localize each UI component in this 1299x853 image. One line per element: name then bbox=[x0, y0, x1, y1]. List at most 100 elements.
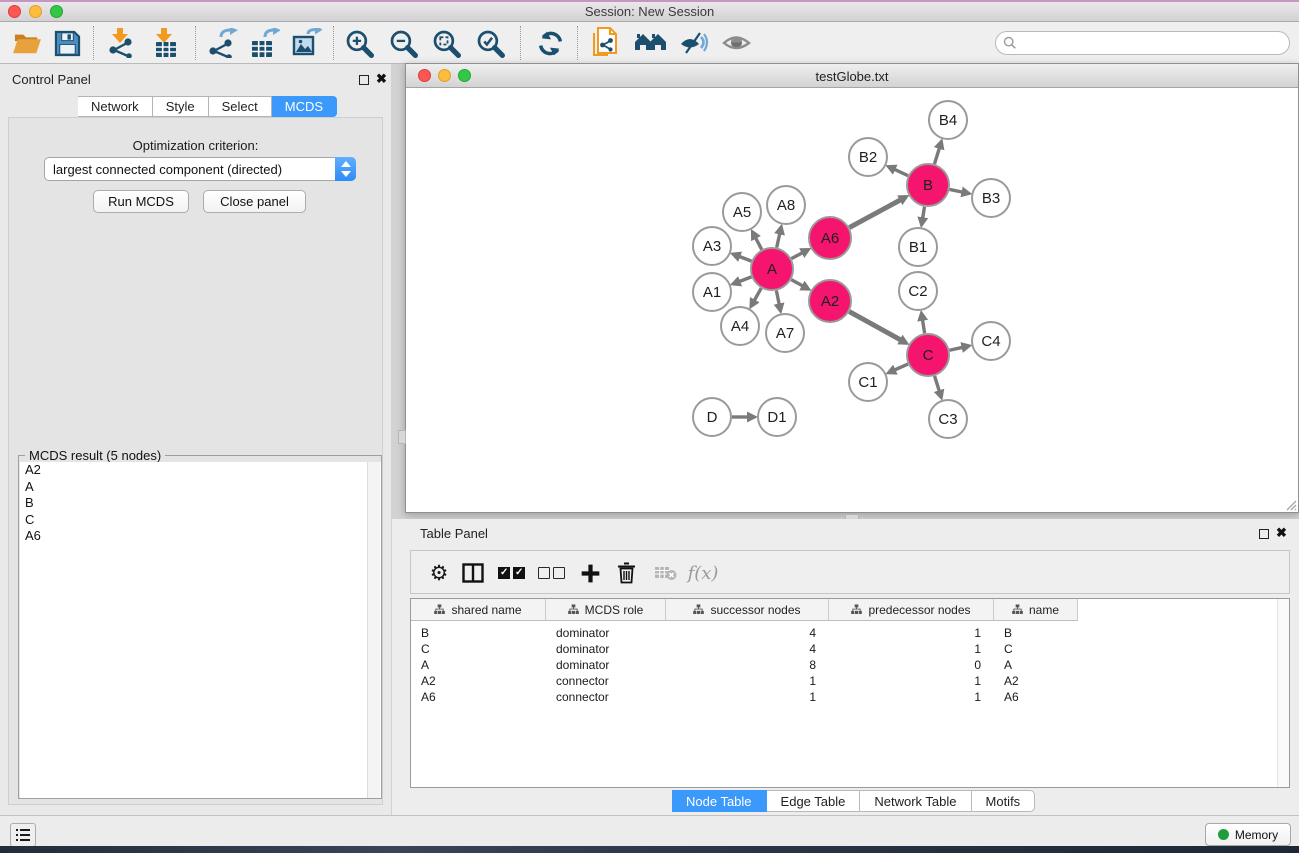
zoom-fit-button[interactable] bbox=[429, 27, 463, 59]
graph-edge[interactable] bbox=[950, 189, 963, 192]
table-cell[interactable]: 1 bbox=[666, 689, 829, 705]
table-cell[interactable]: A6 bbox=[411, 689, 546, 705]
deselect-all-button[interactable] bbox=[535, 557, 567, 589]
graph-edge[interactable] bbox=[739, 256, 751, 261]
table-cell[interactable]: 1 bbox=[666, 673, 829, 689]
table-tab[interactable]: Network Table bbox=[860, 790, 971, 812]
mcds-result-list[interactable]: A2 A B C A6 bbox=[20, 462, 381, 798]
import-table-button[interactable] bbox=[148, 27, 182, 59]
export-table-button[interactable] bbox=[247, 27, 281, 59]
list-scrollbar[interactable] bbox=[367, 462, 380, 798]
table-row[interactable]: Bdominator41B bbox=[411, 625, 1289, 641]
table-row[interactable]: A6connector11A6 bbox=[411, 689, 1289, 705]
table-tab[interactable]: Edge Table bbox=[767, 790, 861, 812]
graph-edge[interactable] bbox=[849, 312, 901, 340]
network-graph[interactable]: B4B2BB3A8A5A6A3B1AA1C2A2A4A7C4CC1C3DD1 bbox=[406, 88, 1298, 512]
table-tab[interactable]: Motifs bbox=[972, 790, 1036, 812]
table-cell[interactable]: dominator bbox=[546, 657, 666, 673]
save-session-button[interactable] bbox=[50, 27, 84, 59]
zoom-selected-button[interactable] bbox=[473, 27, 507, 59]
zoom-in-button[interactable] bbox=[342, 27, 376, 59]
graph-edge[interactable] bbox=[791, 280, 803, 286]
table-cell[interactable]: 1 bbox=[829, 673, 994, 689]
float-table-panel-icon[interactable] bbox=[1259, 529, 1269, 539]
apply-layout-button[interactable] bbox=[533, 27, 567, 59]
graph-edge[interactable] bbox=[923, 207, 925, 219]
table-options-button[interactable]: ⚙ bbox=[423, 557, 455, 589]
table-cell[interactable]: C bbox=[411, 641, 546, 657]
table-tab[interactable]: Node Table bbox=[672, 790, 767, 812]
ndex-import-button[interactable] bbox=[588, 27, 622, 59]
table-cell[interactable]: A bbox=[411, 657, 546, 673]
criterion-dropdown[interactable]: largest connected component (directed) bbox=[44, 157, 356, 181]
close-table-panel-icon[interactable]: ✖ bbox=[1276, 525, 1287, 541]
table-cell[interactable]: connector bbox=[546, 689, 666, 705]
graph-edge[interactable] bbox=[894, 364, 907, 370]
table-cell[interactable]: 0 bbox=[829, 657, 994, 673]
table-cell[interactable]: dominator bbox=[546, 641, 666, 657]
table-cell[interactable]: dominator bbox=[546, 625, 666, 641]
table-cell[interactable]: C bbox=[994, 641, 1078, 657]
control-panel-tab[interactable]: Network bbox=[78, 96, 153, 117]
table-cell[interactable]: 4 bbox=[666, 625, 829, 641]
cybrowser-button[interactable] bbox=[634, 27, 668, 59]
zoom-out-button[interactable] bbox=[386, 27, 420, 59]
table-cell[interactable]: B bbox=[411, 625, 546, 641]
memory-button[interactable]: Memory bbox=[1205, 823, 1291, 846]
graph-edge[interactable] bbox=[756, 238, 762, 250]
control-panel-tab[interactable]: Style bbox=[153, 96, 209, 117]
table-cell[interactable]: B bbox=[994, 625, 1078, 641]
table-row[interactable]: Cdominator41C bbox=[411, 641, 1289, 657]
table-cell[interactable]: 1 bbox=[829, 641, 994, 657]
table-cell[interactable]: A bbox=[994, 657, 1078, 673]
table-cell[interactable]: connector bbox=[546, 673, 666, 689]
function-builder-button[interactable]: f(x) bbox=[683, 557, 723, 589]
delete-table-button[interactable] bbox=[650, 557, 682, 589]
table-cell[interactable]: A2 bbox=[994, 673, 1078, 689]
graph-edge[interactable] bbox=[934, 148, 939, 164]
run-mcds-button[interactable]: Run MCDS bbox=[93, 190, 189, 213]
graph-edge[interactable] bbox=[849, 200, 900, 228]
table-cell[interactable]: 8 bbox=[666, 657, 829, 673]
graph-edge[interactable] bbox=[777, 233, 780, 247]
column-header[interactable]: name bbox=[994, 599, 1078, 621]
table-row[interactable]: Adominator80A bbox=[411, 657, 1289, 673]
column-header[interactable]: shared name bbox=[411, 599, 546, 621]
mcds-result-item[interactable]: C bbox=[20, 512, 381, 529]
table-cell[interactable]: A2 bbox=[411, 673, 546, 689]
network-titlebar[interactable]: testGlobe.txt bbox=[406, 64, 1298, 88]
graph-edge[interactable] bbox=[949, 347, 962, 350]
table-cell[interactable]: A6 bbox=[994, 689, 1078, 705]
mcds-result-item[interactable]: A6 bbox=[20, 528, 381, 545]
table-cell[interactable]: 1 bbox=[829, 689, 994, 705]
graph-edge[interactable] bbox=[739, 277, 751, 282]
show-column-button[interactable] bbox=[457, 557, 489, 589]
show-graphics-button[interactable] bbox=[720, 27, 754, 59]
control-panel-tab[interactable]: Select bbox=[209, 96, 272, 117]
column-header[interactable]: predecessor nodes bbox=[829, 599, 994, 621]
table-cell[interactable]: 4 bbox=[666, 641, 829, 657]
hide-graphics-button[interactable] bbox=[677, 27, 711, 59]
resize-grip-icon[interactable] bbox=[1283, 497, 1297, 511]
mcds-result-item[interactable]: A bbox=[20, 479, 381, 496]
close-panel-button[interactable]: Close panel bbox=[203, 190, 306, 213]
search-box[interactable] bbox=[995, 31, 1290, 55]
node-table[interactable]: shared nameMCDS rolesuccessor nodesprede… bbox=[410, 598, 1290, 788]
control-panel-tab[interactable]: MCDS bbox=[272, 96, 337, 117]
table-row[interactable]: A2connector11A2 bbox=[411, 673, 1289, 689]
mcds-result-item[interactable]: A2 bbox=[20, 462, 381, 479]
graph-edge[interactable] bbox=[776, 291, 779, 305]
graph-edge[interactable] bbox=[754, 288, 761, 301]
import-network-button[interactable] bbox=[104, 27, 138, 59]
task-history-button[interactable] bbox=[10, 823, 36, 847]
table-scrollbar[interactable] bbox=[1277, 599, 1289, 787]
column-header[interactable]: successor nodes bbox=[666, 599, 829, 621]
graph-edge[interactable] bbox=[791, 253, 802, 259]
delete-row-button[interactable] bbox=[610, 557, 642, 589]
mcds-result-item[interactable]: B bbox=[20, 495, 381, 512]
graph-edge[interactable] bbox=[922, 320, 924, 334]
column-header[interactable]: MCDS role bbox=[546, 599, 666, 621]
graph-edge[interactable] bbox=[894, 169, 908, 175]
close-panel-icon[interactable]: ✖ bbox=[376, 71, 387, 87]
splitter-handle[interactable] bbox=[398, 430, 406, 444]
